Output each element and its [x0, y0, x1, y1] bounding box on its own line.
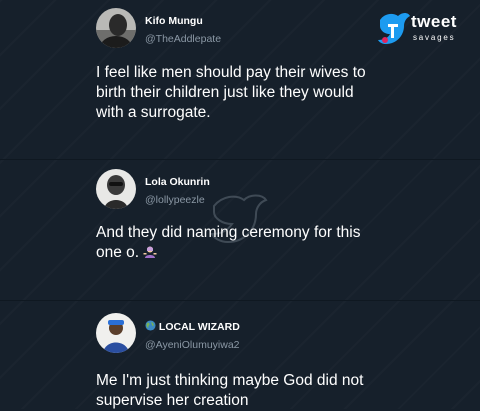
tweet-1: Kifo Mungu @TheAddlepate I feel like men… — [0, 0, 480, 160]
tweet-3: LOCAL WIZARD @AyeniOlumuyiwa2 Me I'm jus… — [0, 301, 480, 409]
display-name[interactable]: LOCAL WIZARD — [145, 320, 240, 333]
display-name[interactable]: Lola Okunrin — [145, 176, 210, 188]
username-handle[interactable]: @AyeniOlumuyiwa2 — [145, 339, 240, 351]
tweet-text: Me I'm just thinking maybe God did not s… — [96, 372, 364, 409]
avatar[interactable] — [96, 313, 136, 353]
woman-shrugging-icon — [143, 246, 157, 258]
avatar[interactable] — [96, 169, 136, 209]
username-handle[interactable]: @TheAddlepate — [145, 33, 221, 45]
avatar[interactable] — [96, 8, 136, 48]
tweet-text: I feel like men should pay their wives t… — [96, 64, 366, 121]
tweet-text: And they did naming ceremony for this on… — [96, 224, 361, 261]
globe-icon — [145, 320, 156, 331]
tweet-2: Lola Okunrin @lollypeezle And they did n… — [0, 160, 480, 300]
username-handle[interactable]: @lollypeezle — [145, 194, 205, 206]
display-name[interactable]: Kifo Mungu — [145, 15, 203, 27]
